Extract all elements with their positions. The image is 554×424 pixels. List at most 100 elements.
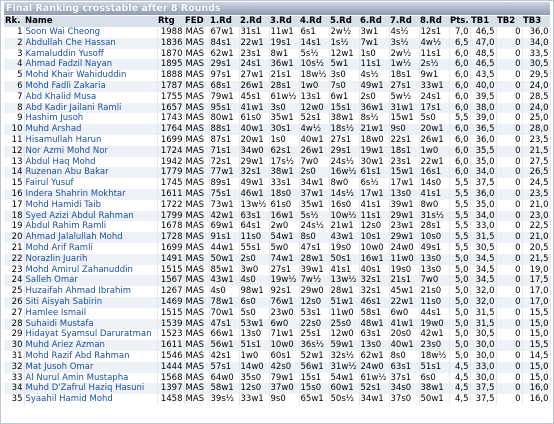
- player-name-cell[interactable]: Ruzenan Abu Bakar: [24, 167, 158, 179]
- player-name-link[interactable]: Indera Shahrin Mokhtar: [26, 189, 126, 199]
- player-name-link[interactable]: Ahmad Jalalullah Mohd: [26, 232, 123, 242]
- player-name-link[interactable]: Mohd Razif Abd Rahman: [26, 351, 130, 361]
- round-result-cell: 88s1: [209, 124, 240, 135]
- player-name-cell[interactable]: Abd Khalid Musa: [24, 91, 158, 103]
- player-name-link[interactable]: Syed Azizi Abdul Rahman: [26, 211, 134, 221]
- player-name-link[interactable]: Huzaifah Ahmad Ibrahim: [26, 286, 132, 296]
- player-name-cell[interactable]: Muhd D'Zafrul Haziq Hasuni: [24, 383, 158, 395]
- table-row: 15 Fairul Yusuf 1745 MAS 89s1 49w1 33s1 34w1 8w0…: [4, 178, 551, 189]
- player-name-link[interactable]: Abd Kadir Jailani Ramli: [26, 103, 122, 113]
- player-name-link[interactable]: Siti Aisyah Sabirin: [26, 297, 103, 307]
- player-name-link[interactable]: Hidayat Syamsul Daruratman: [26, 329, 152, 339]
- player-name-cell[interactable]: Ahmad Fadzil Nayan: [24, 59, 158, 71]
- player-name-cell[interactable]: Syed Azizi Abdul Rahman: [24, 210, 158, 222]
- column-header[interactable]: TB2: [496, 16, 522, 27]
- player-name-link[interactable]: Hisamullah Harun: [26, 135, 102, 145]
- column-header[interactable]: 5.Rd: [329, 16, 359, 27]
- player-name-link[interactable]: Muhd Arshad: [26, 124, 82, 134]
- column-header[interactable]: 4.Rd: [299, 16, 329, 27]
- round-result-cell: 25s1: [299, 329, 330, 341]
- player-name-link[interactable]: Hamlee Ismail: [26, 308, 87, 318]
- player-name-link[interactable]: Abdullah Che Hassan: [26, 38, 116, 48]
- column-header[interactable]: Name: [24, 16, 157, 27]
- column-header[interactable]: TB3: [522, 16, 550, 27]
- player-name-cell[interactable]: Salleh Omar: [24, 275, 158, 287]
- round-result-cell: 40w1: [389, 340, 420, 351]
- table-cell: 1799: [157, 210, 185, 222]
- table-cell: 5,5: [449, 210, 471, 222]
- player-name-cell[interactable]: Hisamullah Harun: [24, 134, 158, 146]
- round-result-cell: 19s1: [269, 37, 300, 49]
- player-name-cell[interactable]: Abdul Rahim Ramli: [24, 221, 158, 233]
- player-name-cell[interactable]: Hamlee Ismail: [24, 307, 158, 319]
- table-cell: 33,0: [470, 221, 497, 233]
- player-name-cell[interactable]: Siti Aisyah Sabirin: [24, 296, 158, 308]
- column-header[interactable]: 6.Rd: [359, 16, 389, 27]
- player-name-link[interactable]: Norazlin Juarih: [26, 254, 88, 264]
- player-name-link[interactable]: Salleh Omar: [26, 275, 78, 285]
- player-name-cell[interactable]: Huzaifah Ahmad Ibrahim: [24, 286, 158, 297]
- player-name-cell[interactable]: Norazlin Juarih: [24, 253, 158, 265]
- player-name-cell[interactable]: Muhd Arshad: [24, 124, 158, 135]
- table-cell: 31,5: [470, 307, 497, 319]
- player-name-cell[interactable]: Al Nurul Amin Mustapha: [24, 372, 158, 384]
- player-name-cell[interactable]: Hidayat Syamsul Daruratman: [24, 329, 158, 341]
- player-name-link[interactable]: Al Nurul Amin Mustapha: [26, 373, 129, 383]
- column-header[interactable]: 2.Rd: [239, 16, 269, 27]
- player-name-cell[interactable]: Mohd Razif Abd Rahman: [24, 350, 158, 362]
- player-name-link[interactable]: Mohd Amirul Zahanuddin: [26, 265, 133, 275]
- player-name-cell[interactable]: Mohd Khair Wahiduddin: [24, 70, 158, 81]
- player-name-cell[interactable]: Syaahil Hamid Mohd: [24, 394, 158, 405]
- column-header[interactable]: Rk.: [4, 16, 24, 27]
- column-header[interactable]: 8.Rd: [419, 16, 449, 27]
- player-name-cell[interactable]: Nor Azmi Mohd Nor: [24, 145, 158, 157]
- column-header[interactable]: Pts.: [449, 16, 470, 27]
- player-name-link[interactable]: Abdul Haq Mohd: [26, 157, 96, 167]
- player-name-cell[interactable]: Mohd Arif Ramli: [24, 242, 158, 254]
- player-name-cell[interactable]: Mohd Fadli Zakaria: [24, 80, 158, 92]
- column-header[interactable]: TB1: [470, 16, 496, 27]
- round-result-cell: 39w1: [389, 199, 420, 211]
- player-name-link[interactable]: Mohd Fadli Zakaria: [26, 81, 106, 91]
- column-header[interactable]: 1.Rd: [209, 16, 239, 27]
- player-name-cell[interactable]: Abdullah Che Hassan: [24, 37, 158, 49]
- player-name-link[interactable]: Muhd Ariez Azman: [26, 340, 105, 350]
- player-name-cell[interactable]: Abdul Haq Mohd: [24, 156, 158, 168]
- table-cell: 21,0: [522, 232, 551, 243]
- player-name-link[interactable]: Syaahil Hamid Mohd: [26, 394, 113, 404]
- column-header[interactable]: 3.Rd: [269, 16, 299, 27]
- player-name-link[interactable]: Ruzenan Abu Bakar: [26, 167, 109, 177]
- player-name-cell[interactable]: Kamaluddin Yusoff: [24, 48, 158, 60]
- player-name-cell[interactable]: Ahmad Jalalullah Mohd: [24, 232, 158, 243]
- player-name-link[interactable]: Mohd Hamidi Taib: [26, 200, 101, 210]
- column-header[interactable]: Rtg: [157, 16, 184, 27]
- player-name-cell[interactable]: Abd Kadir Jailani Ramli: [24, 102, 158, 114]
- player-name-link[interactable]: Abdul Rahim Ramli: [26, 221, 107, 231]
- player-name-link[interactable]: Soon Wai Cheong: [26, 27, 101, 37]
- player-name-cell[interactable]: Suhaidi Mustafa: [24, 318, 158, 330]
- player-name-link[interactable]: Nor Azmi Mohd Nor: [26, 146, 108, 156]
- player-name-cell[interactable]: Soon Wai Cheong: [24, 27, 158, 38]
- player-name-cell[interactable]: Hashim Jusoh: [24, 113, 158, 125]
- player-name-link[interactable]: Hashim Jusoh: [26, 113, 84, 123]
- player-name-cell[interactable]: Mohd Amirul Zahanuddin: [24, 264, 158, 276]
- player-name-link[interactable]: Ahmad Fadzil Nayan: [26, 59, 113, 69]
- table-cell: 0: [496, 318, 523, 330]
- player-name-link[interactable]: Fairul Yusuf: [26, 178, 74, 188]
- rank-cell: 18: [4, 210, 25, 222]
- player-name-cell[interactable]: Mohd Hamidi Taib: [24, 199, 158, 211]
- table-cell: MAS: [184, 242, 210, 254]
- column-header[interactable]: FED: [184, 16, 209, 27]
- player-name-cell[interactable]: Mat Jusoh Omar: [24, 361, 158, 373]
- player-name-link[interactable]: Kamaluddin Yusoff: [26, 49, 104, 59]
- player-name-link[interactable]: Muhd D'Zafrul Haziq Hasuni: [26, 383, 145, 393]
- player-name-link[interactable]: Suhaidi Mustafa: [26, 319, 94, 329]
- player-name-cell[interactable]: Indera Shahrin Mokhtar: [24, 188, 158, 200]
- column-header[interactable]: 7.Rd: [389, 16, 419, 27]
- player-name-cell[interactable]: Fairul Yusuf: [24, 178, 158, 189]
- player-name-link[interactable]: Mohd Arif Ramli: [26, 243, 93, 253]
- player-name-link[interactable]: Mat Jusoh Omar: [26, 362, 94, 372]
- player-name-link[interactable]: Mohd Khair Wahiduddin: [26, 70, 127, 80]
- player-name-link[interactable]: Abd Khalid Musa: [26, 92, 97, 102]
- player-name-cell[interactable]: Muhd Ariez Azman: [24, 340, 158, 351]
